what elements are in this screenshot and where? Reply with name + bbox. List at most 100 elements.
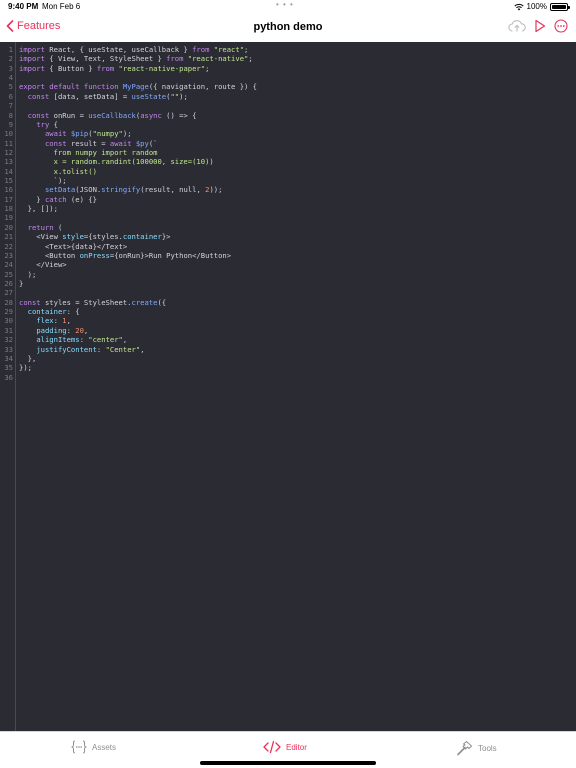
- code-line[interactable]: 14 x.tolist(): [0, 167, 576, 176]
- code-line[interactable]: 12 from numpy import random: [0, 148, 576, 157]
- code-line[interactable]: 15 `);: [0, 176, 576, 185]
- code-token: }>: [161, 232, 171, 242]
- code-line[interactable]: 21 <View style={styles.container}>: [0, 232, 576, 241]
- code-line[interactable]: 26}: [0, 279, 576, 288]
- code-line[interactable]: 29 container: {: [0, 307, 576, 316]
- code-line[interactable]: 36: [0, 373, 576, 382]
- code-token: "react-native-paper": [114, 63, 206, 73]
- hammer-icon: [457, 741, 472, 756]
- tab-editor-label: Editor: [286, 742, 307, 752]
- code-text: container: {: [14, 307, 80, 316]
- line-number: 28: [4, 297, 13, 307]
- line-number: 25: [4, 269, 13, 279]
- code-token: x.tolist(): [19, 166, 97, 176]
- code-line[interactable]: 25 );: [0, 270, 576, 279]
- code-token: { Button }: [44, 63, 97, 73]
- code-token: ,: [66, 316, 71, 326]
- code-token: );: [122, 129, 132, 139]
- code-token: <Text>{data}</Text>: [19, 241, 128, 251]
- line-number: 5: [8, 82, 13, 92]
- code-token: flex: [36, 316, 54, 326]
- code-line[interactable]: 4: [0, 73, 576, 82]
- code-token: const: [44, 138, 67, 148]
- code-line[interactable]: 30 flex: 1,: [0, 316, 576, 325]
- code-line[interactable]: 16 setData(JSON.stringify(result, null, …: [0, 185, 576, 194]
- code-line[interactable]: 9 try {: [0, 120, 576, 129]
- code-line[interactable]: 20 return (: [0, 223, 576, 232]
- code-lines[interactable]: 1 import React, { useState, useCallback }…: [0, 45, 576, 382]
- code-text: const styles = StyleSheet.create({: [14, 298, 166, 307]
- line-number: 6: [8, 91, 13, 101]
- code-token: try: [36, 119, 50, 129]
- line-number: 24: [4, 260, 13, 270]
- code-line[interactable]: 22 <Text>{data}</Text>: [0, 242, 576, 251]
- play-icon[interactable]: [534, 19, 546, 33]
- code-line[interactable]: 17 } catch (e) {}: [0, 195, 576, 204]
- code-line[interactable]: 32 alignItems: "center",: [0, 335, 576, 344]
- code-line[interactable]: 27: [0, 288, 576, 297]
- code-line[interactable]: 2 import { View, Text, StyleSheet } from …: [0, 54, 576, 63]
- code-line[interactable]: 7: [0, 101, 576, 110]
- tab-tools[interactable]: Tools: [456, 740, 497, 756]
- code-line[interactable]: 3 import { Button } from "react-native-pa…: [0, 64, 576, 73]
- code-line[interactable]: 33 justifyContent: "Center",: [0, 345, 576, 354]
- code-line[interactable]: 23 <Button onPress={onRun}>Run Python</B…: [0, 251, 576, 260]
- multitasking-dots[interactable]: • • •: [276, 0, 294, 9]
- line-number: 7: [8, 101, 13, 111]
- code-text: await $pip("numpy");: [14, 129, 132, 138]
- code-text: import React, { useState, useCallback } …: [14, 45, 248, 54]
- line-number: 22: [4, 241, 13, 251]
- home-indicator: [200, 761, 376, 765]
- code-text: return (: [14, 222, 63, 232]
- code-line[interactable]: 31 padding: 20,: [0, 326, 576, 335]
- code-token: <Button: [19, 250, 80, 260]
- code-line[interactable]: 5 export default function MyPage({ naviga…: [0, 82, 576, 91]
- code-line[interactable]: 28 const styles = StyleSheet.create({: [0, 298, 576, 307]
- code-line[interactable]: 11 const result = await $py(`: [0, 139, 576, 148]
- code-text: justifyContent: "Center",: [14, 345, 144, 354]
- line-number: 19: [4, 213, 13, 223]
- more-icon[interactable]: [554, 19, 568, 33]
- code-token: ;: [248, 54, 253, 64]
- code-token: create: [131, 297, 158, 307]
- code-line[interactable]: 34 },: [0, 354, 576, 363]
- code-token: container: [122, 232, 162, 242]
- line-number: 32: [4, 335, 13, 345]
- code-line[interactable]: 10 await $pip("numpy");: [0, 129, 576, 138]
- code-text: }: [14, 279, 23, 288]
- code-token: onRun =: [49, 110, 89, 120]
- code-text: const onRun = useCallback(async () => {: [14, 110, 197, 120]
- code-line[interactable]: 6 const [data, setData] = useState("");: [0, 92, 576, 101]
- tab-assets[interactable]: Assets: [70, 740, 116, 754]
- code-token: useCallback: [88, 110, 136, 120]
- line-number: 23: [4, 250, 13, 260]
- code-token: }, []);: [19, 204, 58, 214]
- cloud-upload-icon[interactable]: [508, 19, 526, 33]
- code-token: "": [170, 91, 180, 101]
- code-line[interactable]: 8 const onRun = useCallback(async () => …: [0, 111, 576, 120]
- code-editor[interactable]: 1 import React, { useState, useCallback }…: [0, 42, 576, 731]
- code-token: });: [19, 363, 32, 373]
- code-text: const [data, setData] = useState("");: [14, 92, 188, 101]
- line-number: 15: [4, 176, 13, 186]
- code-token: return: [27, 222, 54, 232]
- line-number: 31: [4, 325, 13, 335]
- code-line[interactable]: 35});: [0, 363, 576, 372]
- code-line[interactable]: 19: [0, 213, 576, 222]
- code-token: </View>: [19, 260, 67, 270]
- tab-editor[interactable]: Editor: [262, 740, 307, 754]
- code-line[interactable]: 18 }, []);: [0, 204, 576, 213]
- code-line[interactable]: 13 x = random.randint(100000, size=(10)): [0, 157, 576, 166]
- code-token: },: [19, 353, 37, 363]
- tab-tools-label: Tools: [478, 743, 497, 753]
- code-line[interactable]: 1 import React, { useState, useCallback }…: [0, 45, 576, 54]
- code-line[interactable]: 24 </View>: [0, 260, 576, 269]
